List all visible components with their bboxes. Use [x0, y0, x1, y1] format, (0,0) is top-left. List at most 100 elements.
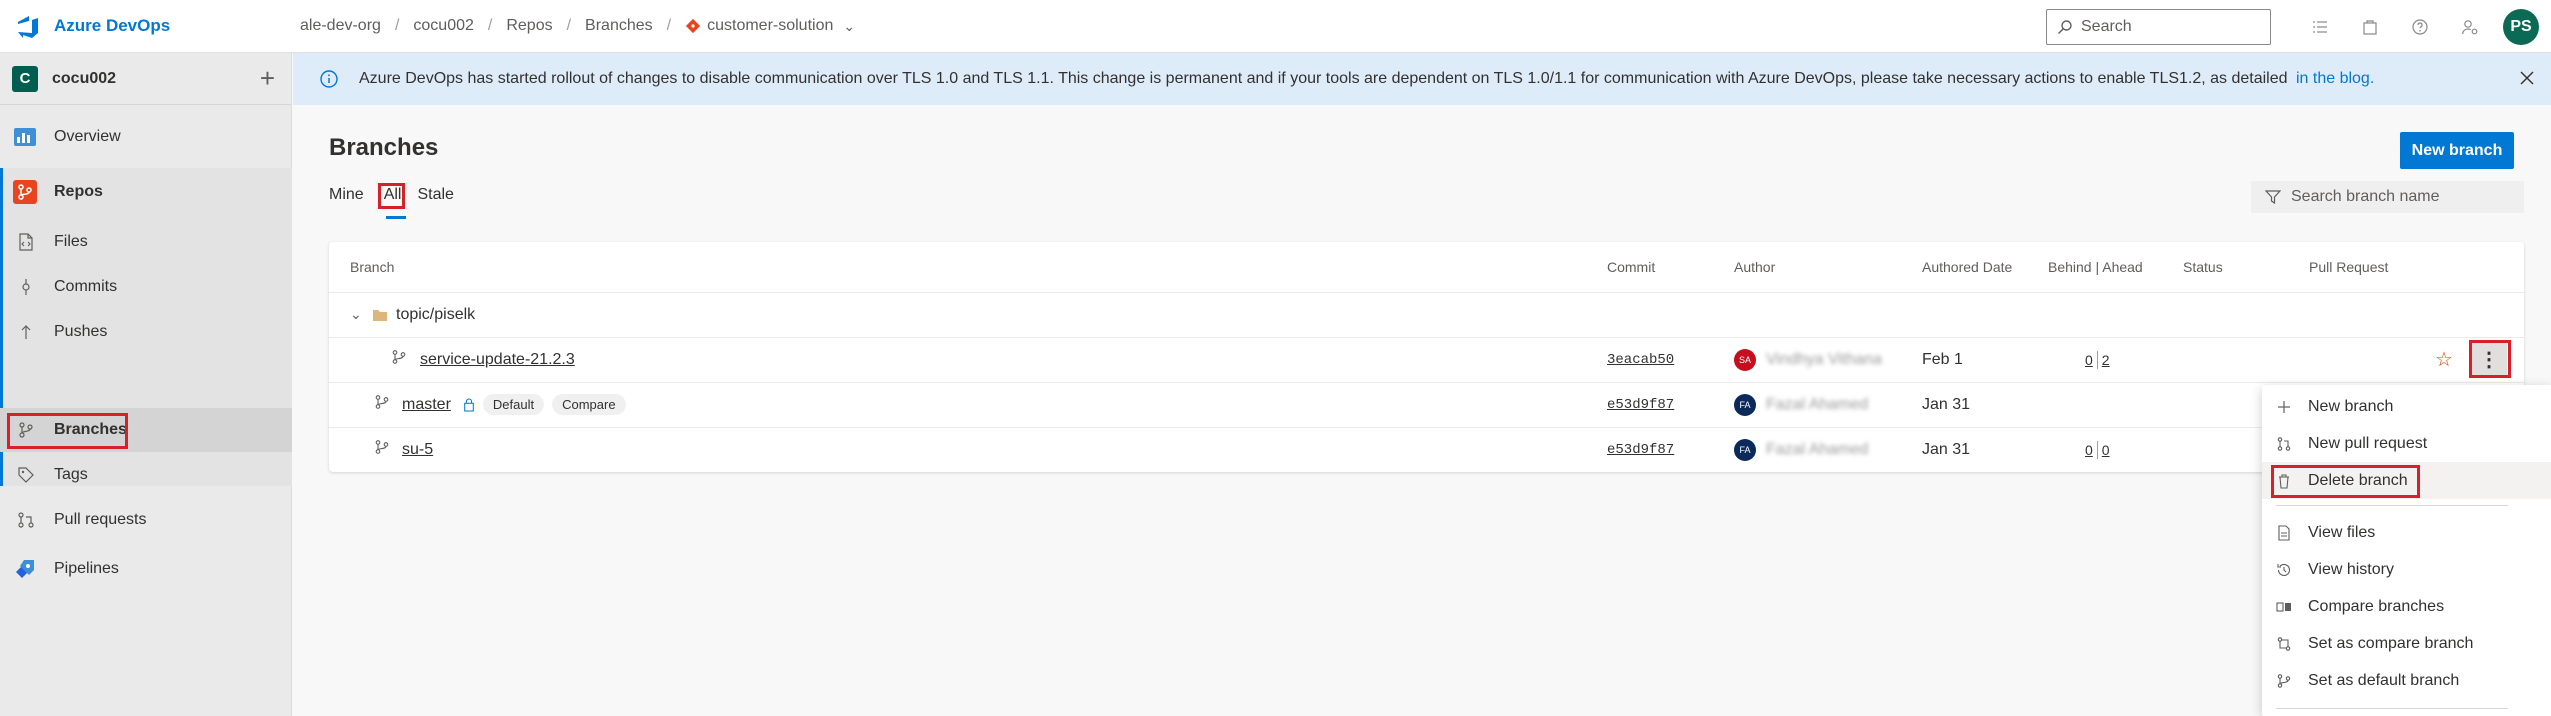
sidebar-item-label: Repos: [54, 183, 103, 200]
menu-divider: [2276, 708, 2508, 709]
divider: [329, 427, 2524, 428]
highlight-box: [2469, 340, 2511, 378]
ahead-count[interactable]: 2: [2102, 352, 2110, 368]
behind-count[interactable]: 0: [2085, 442, 2093, 458]
sidebar-item-label: Commits: [54, 278, 118, 295]
breadcrumb-repos[interactable]: Repos: [498, 17, 560, 35]
column-header-branch: Branch: [350, 259, 395, 275]
behind-count[interactable]: 0: [2085, 352, 2093, 368]
menu-item-label: New branch: [2308, 397, 2394, 415]
tab-label: Stale: [417, 186, 454, 203]
folder-row[interactable]: ⌄ topic/piselk: [350, 292, 475, 337]
default-badge: Default: [482, 394, 545, 415]
branch-search-input[interactable]: Search branch name: [2251, 181, 2524, 213]
repo-name: customer-solution: [707, 17, 834, 34]
project-name: cocu002: [52, 69, 117, 87]
highlight-box: [378, 183, 405, 209]
project-header[interactable]: C cocu002 +: [0, 53, 291, 105]
divider: [329, 292, 2524, 293]
user-settings-button[interactable]: [2445, 0, 2495, 53]
plus-icon: [2278, 400, 2290, 413]
tab-stale[interactable]: Stale: [417, 186, 453, 204]
sidebar-item-overview[interactable]: Overview: [0, 115, 292, 159]
user-avatar[interactable]: PS: [2503, 8, 2539, 45]
menu-item-set-default-branch[interactable]: Set as default branch: [2262, 662, 2551, 699]
banner-link[interactable]: in the blog.: [2296, 70, 2374, 87]
commit-icon: [16, 277, 36, 297]
user-settings-icon: [2461, 19, 2478, 34]
column-header-commit: Commit: [1607, 259, 1656, 275]
list-icon: [2313, 20, 2327, 33]
commit-link[interactable]: 3eacab50: [1607, 337, 1674, 382]
breadcrumb-separator: /: [487, 17, 493, 34]
sidebar-item-commits[interactable]: Commits: [0, 265, 292, 309]
sidebar-item-repos[interactable]: Repos: [0, 170, 292, 214]
marketplace-button[interactable]: [2345, 0, 2395, 53]
commit-link[interactable]: e53d9f87: [1607, 382, 1674, 427]
authored-date: Jan 31: [1922, 395, 1971, 413]
branch-icon: [374, 394, 390, 415]
breadcrumb-separator: /: [666, 17, 672, 34]
repos-icon: [12, 179, 38, 205]
add-icon[interactable]: +: [260, 65, 275, 91]
set-compare-icon: [2277, 636, 2291, 651]
ahead-count[interactable]: 0: [2102, 442, 2110, 458]
branch-link[interactable]: su-5: [402, 441, 433, 459]
help-button[interactable]: [2395, 0, 2445, 53]
breadcrumb-org[interactable]: ale-dev-org: [292, 17, 389, 35]
new-branch-button[interactable]: New branch: [2400, 132, 2514, 169]
menu-item-label: Set as compare branch: [2308, 634, 2474, 652]
banner-message: Azure DevOps has started rollout of chan…: [359, 70, 2288, 87]
sidebar-item-pipelines[interactable]: Pipelines: [0, 547, 292, 591]
sidebar-item-pull-requests[interactable]: Pull requests: [0, 498, 292, 542]
filter-placeholder: Search branch name: [2291, 188, 2440, 205]
menu-item-new-branch[interactable]: New branch: [2262, 388, 2551, 425]
breadcrumb-branches[interactable]: Branches: [577, 17, 661, 35]
file-icon: [2278, 524, 2290, 541]
repo-selector[interactable]: customer-solution ⌄: [677, 17, 863, 35]
folder-name: topic/piselk: [396, 305, 476, 323]
sidebar-item-tags[interactable]: Tags: [0, 453, 292, 497]
menu-item-new-pull-request[interactable]: New pull request: [2262, 425, 2551, 462]
author-name: Vindhya Vithana: [1766, 350, 1882, 368]
favorite-star-icon[interactable]: ☆: [2435, 337, 2453, 382]
file-icon: [16, 232, 36, 252]
menu-item-set-compare-branch[interactable]: Set as compare branch: [2262, 625, 2551, 662]
menu-item-view-files[interactable]: View files: [2262, 514, 2551, 551]
menu-item-label: New pull request: [2308, 434, 2428, 452]
sidebar-item-label: Pull requests: [54, 511, 147, 528]
filter-icon: [2265, 190, 2281, 205]
menu-item-label: Compare branches: [2308, 597, 2445, 615]
breadcrumb: ale-dev-org / cocu002 / Repos / Branches…: [292, 0, 863, 53]
search-icon: [2058, 19, 2072, 34]
branch-icon: [374, 439, 390, 460]
branch-icon: [391, 349, 407, 370]
search-input[interactable]: Search: [2046, 8, 2271, 45]
push-icon: [16, 322, 36, 342]
branch-link[interactable]: master: [402, 396, 451, 414]
column-header-author: Author: [1734, 259, 1776, 275]
pull-request-icon: [2277, 436, 2291, 451]
menu-item-view-history[interactable]: View history: [2262, 551, 2551, 588]
close-icon[interactable]: [2517, 68, 2537, 88]
brand-name: Azure DevOps: [54, 16, 171, 35]
top-bar: Azure DevOps ale-dev-org / cocu002 / Rep…: [0, 0, 2551, 53]
breadcrumb-project[interactable]: cocu002: [405, 17, 482, 35]
branch-link[interactable]: service-update-21.2.3: [420, 351, 575, 369]
sidebar-item-pushes[interactable]: Pushes: [0, 310, 292, 354]
sidebar: C cocu002 + Overview Repos Files Commits…: [0, 53, 292, 716]
task-list-button[interactable]: [2295, 0, 2345, 53]
pipelines-icon: [12, 556, 38, 582]
commit-link[interactable]: e53d9f87: [1607, 427, 1674, 472]
menu-item-compare-branches[interactable]: Compare branches: [2262, 588, 2551, 625]
sidebar-item-label: Pushes: [54, 323, 108, 340]
tab-mine[interactable]: Mine: [329, 186, 364, 204]
page-title: Branches: [329, 134, 439, 161]
tab-underline: [385, 216, 406, 219]
azure-devops-icon: [18, 16, 38, 38]
azure-devops-logo[interactable]: Azure DevOps: [0, 0, 292, 53]
sidebar-item-label: Files: [54, 233, 88, 250]
highlight-box: [2271, 465, 2420, 498]
sidebar-item-files[interactable]: Files: [0, 220, 292, 264]
divider: [329, 337, 2524, 338]
